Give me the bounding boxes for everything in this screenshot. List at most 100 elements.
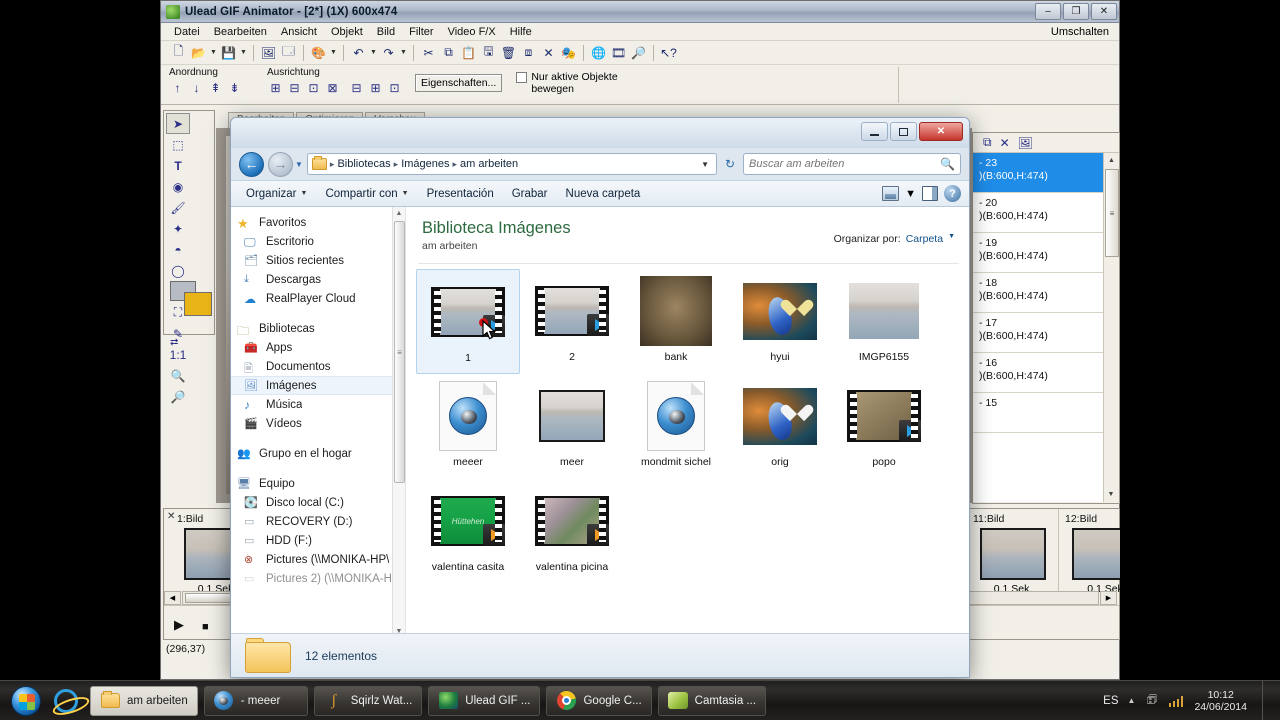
list-item[interactable]: hyui bbox=[728, 269, 832, 374]
menu-umschalten[interactable]: Umschalten bbox=[1051, 26, 1109, 38]
optimize-icon[interactable]: 🖫 bbox=[479, 43, 498, 62]
layer-scrollbar[interactable]: ▲ ≡ ▼ bbox=[1103, 153, 1119, 502]
list-item[interactable]: bank bbox=[624, 269, 728, 374]
show-hidden-icons-icon[interactable]: ▲ bbox=[1128, 696, 1136, 705]
organize-by-value[interactable]: Carpeta bbox=[906, 233, 943, 245]
menu-item-datei[interactable]: Datei bbox=[167, 25, 207, 39]
search-box[interactable]: 🔍 bbox=[743, 153, 961, 175]
minimize-button[interactable] bbox=[861, 122, 888, 141]
send-to-back-icon[interactable]: ⇟ bbox=[226, 79, 243, 96]
nueva-carpeta-button[interactable]: Nueva carpeta bbox=[557, 184, 650, 204]
scroll-left-icon[interactable]: ◀ bbox=[164, 591, 181, 605]
zoom-out-icon[interactable]: 🔎 bbox=[166, 386, 190, 407]
copy-icon[interactable]: ⧉ bbox=[439, 43, 458, 62]
color-swatches[interactable]: ⇄ bbox=[170, 281, 214, 348]
redo-icon[interactable]: ↷ bbox=[379, 43, 398, 62]
chevron-down-icon[interactable]: ▼ bbox=[948, 233, 955, 245]
back-button[interactable]: ← bbox=[239, 151, 264, 177]
organizar-button[interactable]: Organizar ▼ bbox=[237, 184, 316, 204]
list-item[interactable]: mondmit sichel bbox=[624, 374, 728, 479]
chevron-down-icon[interactable]: ▼ bbox=[905, 188, 916, 200]
stop-icon[interactable]: ■ bbox=[202, 621, 209, 633]
taskbar-item-sqirlz[interactable]: ʃ Sqirlz Wat... bbox=[313, 685, 423, 716]
layer-row[interactable]: - 16 )(B:600,H:474) bbox=[973, 353, 1119, 393]
sidebar-item-recovery-d[interactable]: ▭ RECOVERY (D:) bbox=[231, 512, 405, 531]
scrollbar-thumb[interactable]: ≡ bbox=[1105, 169, 1119, 257]
bring-to-front-icon[interactable]: ⇞ bbox=[207, 79, 224, 96]
save-icon[interactable]: 💾 bbox=[219, 43, 238, 62]
crop-icon[interactable]: ✕ bbox=[539, 43, 558, 62]
thumbnail[interactable] bbox=[647, 378, 705, 454]
wizard-icon[interactable]: 🎨 bbox=[309, 43, 328, 62]
properties-button[interactable]: Eigenschaften... bbox=[415, 74, 503, 92]
paste-icon[interactable]: 📋 bbox=[459, 43, 478, 62]
list-item[interactable]: Hüttehen valentina casita bbox=[416, 479, 520, 584]
list-item[interactable]: 2 bbox=[520, 269, 624, 374]
add-banner-icon[interactable]: 🗔 bbox=[279, 43, 298, 62]
menu-item-bild[interactable]: Bild bbox=[370, 25, 402, 39]
new-icon[interactable]: 🗋 bbox=[169, 43, 188, 62]
sidebar-item-musica[interactable]: ♪ Música bbox=[231, 395, 405, 414]
undo-icon[interactable]: ↶ bbox=[349, 43, 368, 62]
taskbar-item-am-arbeiten[interactable]: am arbeiten bbox=[90, 685, 198, 716]
preview-icon[interactable]: 🎞 bbox=[609, 43, 628, 62]
move-active-objects-checkbox[interactable] bbox=[516, 72, 528, 83]
sidebar-item-videos[interactable]: 🎬 Vídeos bbox=[231, 414, 405, 433]
address-bar[interactable]: ▸ Bibliotecas ▸ Imágenes ▸ am arbeiten ▼ bbox=[306, 153, 717, 175]
breadcrumb-am-arbeiten[interactable]: am arbeiten bbox=[460, 158, 518, 170]
breadcrumb-bibliotecas[interactable]: Bibliotecas bbox=[337, 158, 390, 170]
minimize-button[interactable]: – bbox=[1035, 3, 1061, 20]
layer-row[interactable]: - 23 )(B:600,H:474) bbox=[973, 153, 1119, 193]
file-list-pane[interactable]: Biblioteca Imágenes am arbeiten Organiza… bbox=[406, 207, 969, 638]
select-icon[interactable]: ➤ bbox=[166, 113, 190, 134]
sidebar-item-grupo-en-el-hogar[interactable]: 👥 Grupo en el hogar bbox=[231, 444, 405, 463]
menu-item-hilfe[interactable]: Hilfe bbox=[503, 25, 539, 39]
list-item[interactable]: popo bbox=[832, 374, 936, 479]
language-indicator[interactable]: ES bbox=[1103, 695, 1118, 707]
taskbar-item-google-chrome[interactable]: Google C... bbox=[546, 685, 652, 716]
align-bottom-icon[interactable]: ⊠ bbox=[324, 79, 341, 96]
bring-forward-icon[interactable]: ↑ bbox=[169, 79, 186, 96]
eraser-icon[interactable]: ◓ bbox=[166, 239, 190, 260]
menu-item-filter[interactable]: Filter bbox=[402, 25, 440, 39]
thumbnail[interactable]: Hüttehen bbox=[431, 483, 505, 559]
sidebar-item-descargas[interactable]: ⤓ Descargas bbox=[231, 270, 405, 289]
presentacion-button[interactable]: Presentación bbox=[418, 184, 503, 204]
lasso-icon[interactable]: ◯ bbox=[166, 260, 190, 281]
layer-row[interactable]: - 15 bbox=[973, 393, 1119, 433]
taskbar-item-camtasia[interactable]: Camtasia ... bbox=[657, 685, 767, 716]
delete-layer-icon[interactable]: ✕ bbox=[1000, 136, 1010, 150]
sidebar-item-equipo[interactable]: 🖥 Equipo bbox=[231, 474, 405, 493]
navigation-pane[interactable]: ★ Favoritos 🖵 Escritorio 🗂 Sitios recien… bbox=[231, 207, 406, 638]
delete-frame-icon[interactable]: 🗑 bbox=[499, 43, 518, 62]
sidebar-item-escritorio[interactable]: 🖵 Escritorio bbox=[231, 232, 405, 251]
swap-colors-icon[interactable]: ⇄ bbox=[170, 337, 178, 348]
layer-list[interactable]: - 23 )(B:600,H:474) - 20 )(B:600,H:474) … bbox=[973, 153, 1119, 502]
wizard-dropdown-icon[interactable]: ▼ bbox=[329, 43, 338, 62]
layer-row[interactable]: - 19 )(B:600,H:474) bbox=[973, 233, 1119, 273]
list-item[interactable]: meeer bbox=[416, 374, 520, 479]
view-options-icon[interactable] bbox=[882, 186, 900, 201]
scroll-down-icon[interactable]: ▼ bbox=[1104, 487, 1118, 502]
thumbnail[interactable] bbox=[539, 378, 605, 454]
list-item[interactable]: valentina picina bbox=[520, 479, 624, 584]
brush-icon[interactable]: 🖌 bbox=[166, 197, 190, 218]
close-button[interactable]: ✕ bbox=[919, 122, 963, 141]
globe-icon[interactable]: 🔎 bbox=[629, 43, 648, 62]
sidebar-item-apps[interactable]: 🧰 Apps bbox=[231, 338, 405, 357]
open-icon[interactable]: 📂 bbox=[189, 43, 208, 62]
thumbnail[interactable] bbox=[743, 378, 817, 454]
text-icon[interactable]: T bbox=[166, 155, 190, 176]
start-button[interactable] bbox=[4, 684, 48, 718]
list-item[interactable]: meer bbox=[520, 374, 624, 479]
layer-row[interactable]: - 17 )(B:600,H:474) bbox=[973, 313, 1119, 353]
list-item[interactable]: 1 bbox=[416, 269, 520, 374]
center-both-icon[interactable]: ⊡ bbox=[386, 79, 403, 96]
restore-button[interactable]: ❐ bbox=[1063, 3, 1089, 20]
sidebar-item-favoritos[interactable]: ★ Favoritos bbox=[231, 213, 405, 232]
action-center-icon[interactable]: 🗊 bbox=[1144, 693, 1159, 708]
menu-item-bearbeiten[interactable]: Bearbeiten bbox=[207, 25, 274, 39]
preview-pane-icon[interactable] bbox=[922, 186, 938, 201]
sidebar-item-realplayer-cloud[interactable]: ☁ RealPlayer Cloud bbox=[231, 289, 405, 308]
explorer-title-bar[interactable]: ✕ bbox=[231, 118, 969, 148]
